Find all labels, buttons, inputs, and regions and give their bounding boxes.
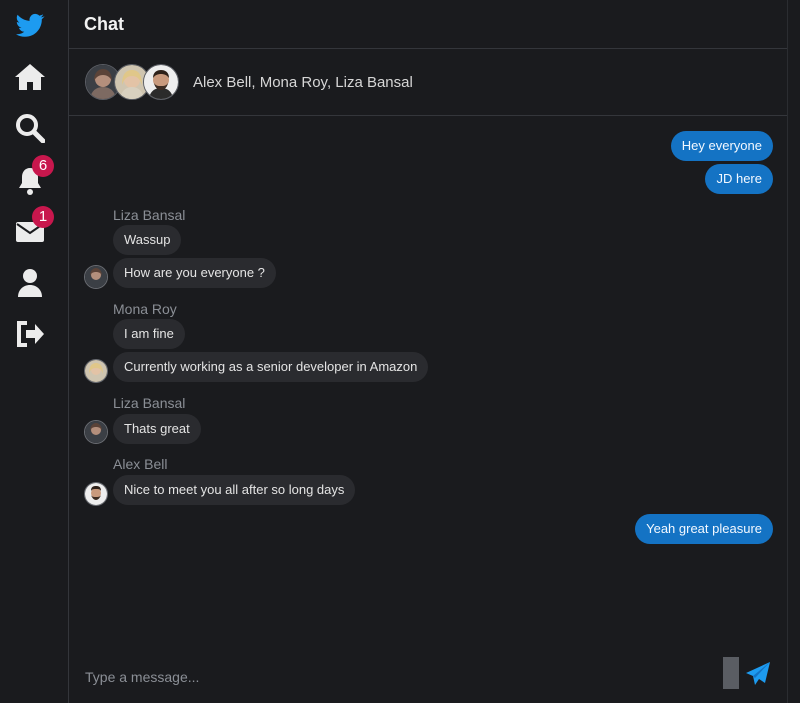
search-icon[interactable] — [14, 112, 46, 144]
participant-avatars — [85, 64, 181, 100]
message-bubble-incoming: Wassup — [113, 225, 182, 255]
participant-names: Alex Bell, Mona Roy, Liza Bansal — [193, 73, 413, 91]
avatar — [84, 265, 108, 289]
conversation-header[interactable]: Alex Bell, Mona Roy, Liza Bansal — [69, 49, 787, 116]
message-bubble-incoming: How are you everyone ? — [113, 258, 276, 288]
bird-logo-icon[interactable] — [14, 10, 46, 42]
message-composer — [69, 651, 788, 703]
notifications-button[interactable]: 6 — [14, 155, 54, 197]
messages-badge: 1 — [32, 206, 54, 228]
notifications-badge: 6 — [32, 155, 54, 177]
message-bubble-incoming: Nice to meet you all after so long days — [113, 475, 356, 505]
send-button[interactable] — [745, 661, 771, 687]
message-bubble-outgoing: Hey everyone — [670, 131, 773, 161]
page-title: Chat — [84, 13, 124, 34]
messages-button[interactable]: 1 — [14, 206, 54, 248]
sender-name: Liza Bansal — [113, 207, 186, 223]
scrollbar-handle[interactable] — [723, 657, 739, 689]
chat-app: 6 1 Chat Alex Bell, Mona Roy, Liza Bansa… — [0, 0, 800, 703]
message-bubble-outgoing: JD here — [705, 164, 773, 194]
paper-plane-icon — [746, 662, 770, 685]
sign-out-icon[interactable] — [14, 318, 46, 350]
message-bubble-outgoing: Yeah great pleasure — [635, 514, 773, 544]
message-list: Hey everyone JD here Liza Bansal Wassup … — [69, 116, 787, 656]
header: Chat — [69, 0, 787, 49]
sender-name: Liza Bansal — [113, 395, 186, 411]
avatar — [84, 420, 108, 444]
chat-panel: Chat Alex Bell, Mona Roy, Liza Bansal He… — [69, 0, 788, 703]
avatar — [84, 359, 108, 383]
avatar — [84, 482, 108, 506]
sidebar: 6 1 — [0, 0, 69, 703]
sender-name: Alex Bell — [113, 456, 168, 472]
user-icon[interactable] — [14, 267, 46, 299]
message-bubble-incoming: Thats great — [113, 414, 201, 444]
message-bubble-incoming: I am fine — [113, 319, 185, 349]
sender-name: Mona Roy — [113, 301, 177, 317]
home-icon[interactable] — [14, 61, 46, 93]
avatar — [143, 64, 179, 100]
message-input[interactable] — [83, 661, 707, 693]
message-bubble-incoming: Currently working as a senior developer … — [113, 352, 429, 382]
